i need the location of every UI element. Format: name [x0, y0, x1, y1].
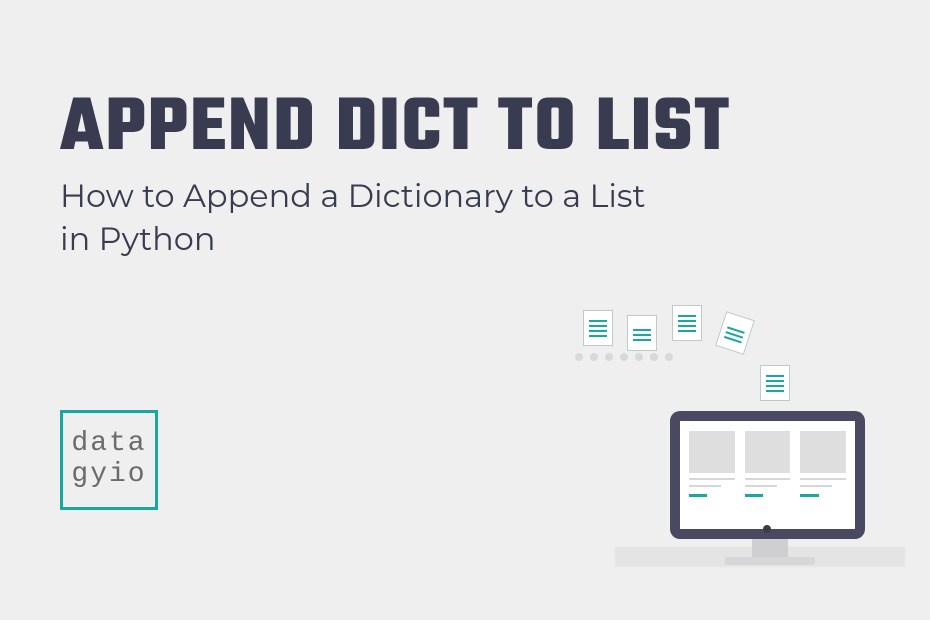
logo-line-2: gyio	[71, 460, 146, 491]
monitor-screen	[680, 421, 855, 529]
document-icon	[672, 305, 702, 341]
content-card	[800, 431, 846, 519]
page-subtitle: How to Append a Dictionary to a List in …	[60, 175, 660, 261]
monitor-button	[763, 525, 771, 533]
brand-logo: data gyio	[60, 410, 158, 510]
monitor-icon	[670, 411, 870, 565]
page-title: APPEND DICT TO LIST	[60, 90, 731, 170]
monitor-base	[725, 557, 815, 565]
logo-line-1: data	[71, 429, 146, 460]
monitor-frame	[670, 411, 865, 539]
document-icon	[760, 365, 790, 401]
content-card	[745, 431, 791, 519]
document-icon	[627, 315, 657, 351]
document-icon	[583, 310, 613, 346]
pagination-dots	[575, 353, 673, 361]
illustration	[555, 305, 875, 565]
content-card	[689, 431, 735, 519]
document-icon	[715, 311, 755, 355]
monitor-neck	[752, 539, 788, 557]
